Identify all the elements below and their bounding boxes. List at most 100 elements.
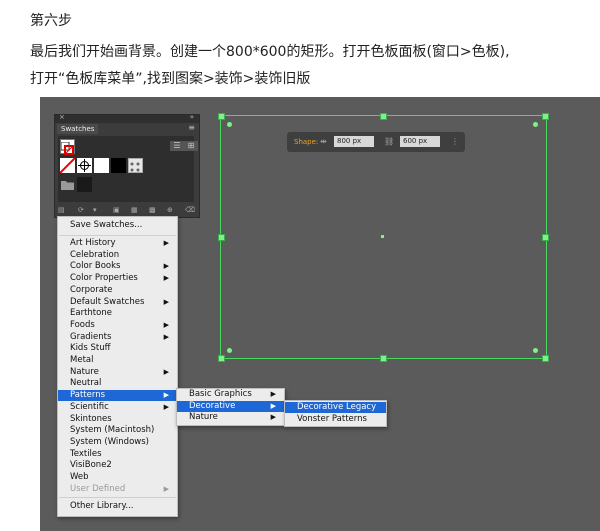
new-group-icon[interactable]: ▩ bbox=[149, 206, 156, 214]
swatch-grid: ☰ ⊞ bbox=[58, 136, 198, 202]
menu-item-label: Skintones bbox=[70, 413, 112, 424]
submenu-arrow-icon: ▶ bbox=[163, 402, 169, 411]
menu-item-label: Earthtone bbox=[70, 308, 112, 319]
color-group-icon[interactable]: ▦ bbox=[131, 206, 138, 214]
illustrator-canvas[interactable]: Shape: ⇹ 800 px ⛓ 600 px ⋮ × » Swatches … bbox=[40, 97, 600, 531]
menu-item-metal[interactable]: Metal bbox=[58, 355, 177, 366]
submenu-arrow-icon: ▶ bbox=[163, 239, 169, 247]
decorative-submenu: Decorative Legacy Vonster Patterns bbox=[284, 400, 387, 427]
resize-handle-middle-left[interactable] bbox=[218, 234, 225, 241]
menu-item-foods[interactable]: Foods ▶ bbox=[58, 320, 177, 331]
menu-item-color-books[interactable]: Color Books ▶ bbox=[58, 261, 177, 272]
menu-item-art-history[interactable]: Art History ▶ bbox=[58, 238, 177, 249]
submenu-arrow-icon: ▶ bbox=[163, 297, 169, 306]
swatch-libraries-menu-icon[interactable]: ▤ bbox=[58, 206, 65, 214]
resize-handle-top-center[interactable] bbox=[380, 113, 387, 120]
menu-item-label: Textiles bbox=[70, 448, 102, 459]
menu-item-system-macintosh[interactable]: System (Macintosh) bbox=[58, 425, 177, 436]
swatch-libraries-menu: Save Swatches... Art History ▶ Celebration… bbox=[57, 216, 178, 517]
dark-swatch[interactable] bbox=[77, 177, 92, 192]
shape-properties-bar: Shape: ⇹ 800 px ⛓ 600 px ⋮ bbox=[287, 132, 465, 152]
grid-view-icon[interactable]: ⊞ bbox=[184, 141, 198, 151]
menu-item-label: Nature bbox=[189, 412, 218, 423]
resize-handle-top-left[interactable] bbox=[218, 113, 225, 120]
corner-widget-top-left[interactable] bbox=[227, 122, 232, 127]
menu-item-gradients[interactable]: Gradients ▶ bbox=[58, 332, 177, 343]
corner-widget-bottom-right[interactable] bbox=[533, 348, 538, 353]
collapse-icon[interactable]: » bbox=[190, 113, 194, 121]
registration-swatch[interactable] bbox=[77, 158, 92, 173]
white-swatch[interactable] bbox=[94, 158, 109, 173]
menu-divider bbox=[59, 497, 176, 498]
menu-item-skintones[interactable]: Skintones bbox=[58, 414, 177, 425]
menu-item-neutral[interactable]: Neutral bbox=[58, 378, 177, 389]
menu-item-label: Decorative bbox=[189, 400, 236, 411]
black-swatch[interactable] bbox=[111, 158, 126, 173]
menu-item-nature[interactable]: Nature ▶ bbox=[177, 412, 284, 423]
menu-item-label: System (Windows) bbox=[70, 436, 149, 447]
menu-item-decorative[interactable]: Decorative ▶ bbox=[177, 400, 284, 412]
new-swatch-icon[interactable]: ⊕ bbox=[167, 206, 173, 214]
menu-item-save-swatches[interactable]: Save Swatches... bbox=[58, 220, 177, 231]
menu-item-label: Kids Stuff bbox=[70, 343, 111, 354]
menu-item-nature[interactable]: Nature ▶ bbox=[58, 367, 177, 378]
submenu-arrow-icon: ▶ bbox=[163, 367, 169, 376]
menu-item-label: Nature bbox=[70, 366, 99, 377]
resize-handle-middle-right[interactable] bbox=[542, 234, 549, 241]
height-field[interactable]: 600 px bbox=[400, 136, 440, 147]
menu-item-label: User Defined bbox=[70, 483, 126, 494]
menu-item-visibone2[interactable]: VisiBone2 bbox=[58, 460, 177, 471]
none-swatch[interactable] bbox=[59, 157, 76, 174]
menu-item-corporate[interactable]: Corporate bbox=[58, 285, 177, 296]
close-icon[interactable]: × bbox=[59, 113, 65, 121]
menu-item-scientific[interactable]: Scientific ▶ bbox=[58, 402, 177, 413]
list-view-icon[interactable]: ☰ bbox=[170, 141, 184, 151]
color-group-folder[interactable] bbox=[60, 177, 75, 192]
fill-stroke-swatch[interactable] bbox=[60, 139, 75, 155]
show-kinds-icon[interactable]: ▾ bbox=[93, 206, 97, 214]
width-field[interactable]: 800 px bbox=[334, 136, 374, 147]
panel-menu-icon[interactable]: ≡ bbox=[188, 123, 195, 132]
pattern-swatch[interactable] bbox=[128, 158, 143, 173]
menu-item-color-properties[interactable]: Color Properties ▶ bbox=[58, 273, 177, 284]
menu-item-label: Foods bbox=[70, 319, 95, 330]
menu-item-label: Metal bbox=[70, 355, 94, 365]
menu-item-decorative-legacy[interactable]: Decorative Legacy bbox=[285, 402, 386, 413]
menu-item-default-swatches[interactable]: Default Swatches ▶ bbox=[58, 297, 177, 308]
menu-item-label: Patterns bbox=[70, 390, 106, 401]
patterns-submenu: Basic Graphics ▶ Decorative ▶ Nature ▶ bbox=[176, 388, 285, 426]
panel-titlebar[interactable]: × » bbox=[55, 113, 199, 123]
menu-item-earthtone[interactable]: Earthtone bbox=[58, 308, 177, 319]
tab-swatches[interactable]: Swatches bbox=[57, 124, 99, 134]
resize-handle-top-right[interactable] bbox=[542, 113, 549, 120]
menu-item-textiles[interactable]: Textiles bbox=[58, 449, 177, 460]
menu-item-basic-graphics[interactable]: Basic Graphics ▶ bbox=[177, 389, 284, 400]
menu-item-patterns[interactable]: Patterns ▶ bbox=[58, 390, 177, 402]
resize-handle-bottom-left[interactable] bbox=[218, 355, 225, 362]
corner-widget-bottom-left[interactable] bbox=[227, 348, 232, 353]
submenu-arrow-icon: ▶ bbox=[270, 390, 276, 398]
submenu-arrow-icon: ▶ bbox=[163, 484, 169, 493]
resize-handle-bottom-center[interactable] bbox=[380, 355, 387, 362]
resize-handle-bottom-right[interactable] bbox=[542, 355, 549, 362]
link-proportions-icon[interactable]: ⛓ bbox=[384, 137, 394, 146]
menu-item-celebration[interactable]: Celebration bbox=[58, 250, 177, 261]
menu-item-kids-stuff[interactable]: Kids Stuff bbox=[58, 343, 177, 354]
add-to-library-icon[interactable]: ⟳ bbox=[78, 206, 84, 214]
submenu-arrow-icon: ▶ bbox=[163, 262, 169, 271]
trash-icon[interactable]: ⌫ bbox=[185, 206, 195, 214]
menu-item-label: Scientific bbox=[70, 401, 109, 412]
menu-item-other-library[interactable]: Other Library... bbox=[58, 501, 177, 512]
swatch-options-icon[interactable]: ▣ bbox=[113, 206, 120, 214]
submenu-arrow-icon: ▶ bbox=[163, 274, 169, 283]
menu-item-label: System (Macintosh) bbox=[70, 425, 155, 436]
more-options-icon[interactable]: ⋮ bbox=[451, 137, 459, 146]
menu-item-system-windows[interactable]: System (Windows) bbox=[58, 437, 177, 448]
menu-item-label: Color Books bbox=[70, 261, 121, 272]
shape-label: Shape: bbox=[294, 138, 319, 146]
menu-item-web[interactable]: Web bbox=[58, 472, 177, 483]
corner-widget-top-right[interactable] bbox=[533, 122, 538, 127]
menu-item-vonster-patterns[interactable]: Vonster Patterns bbox=[285, 414, 386, 425]
center-point bbox=[381, 235, 384, 238]
menu-item-label: Color Properties bbox=[70, 273, 138, 284]
